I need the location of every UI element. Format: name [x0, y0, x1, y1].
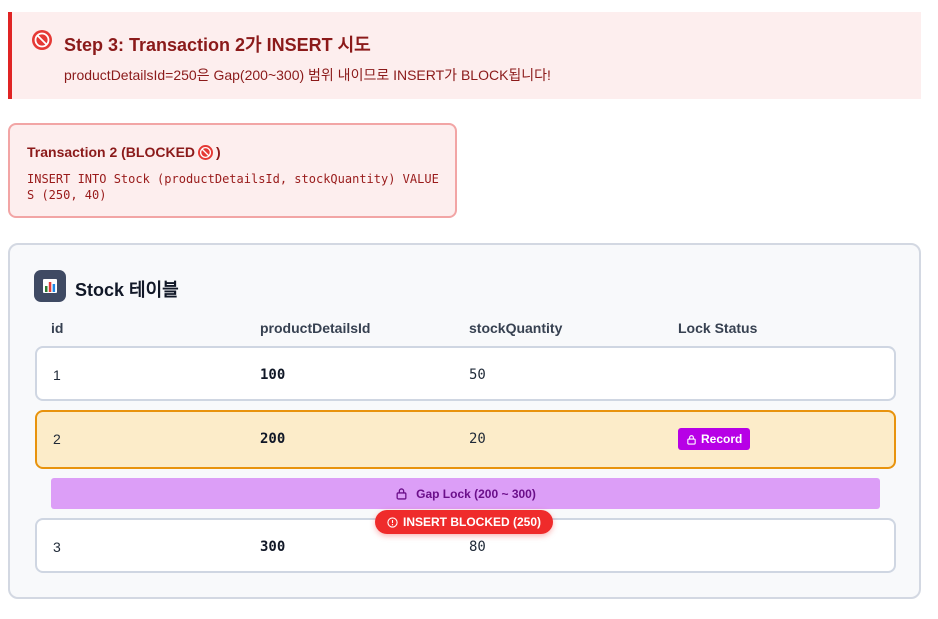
- transaction-title-text: Transaction 2 (BLOCKED: [27, 144, 196, 160]
- gap-lock-bar: Gap Lock (200 ~ 300): [51, 478, 880, 509]
- lock-icon: [687, 434, 696, 445]
- table-title: Stock 테이블: [75, 280, 179, 300]
- column-header-lock-status: Lock Status: [678, 320, 758, 336]
- insert-blocked-label: INSERT BLOCKED (250): [403, 515, 542, 529]
- step-banner: Step 3: Transaction 2가 INSERT 시도 product…: [8, 12, 921, 99]
- stock-table-panel: Stock 테이블 id productDetailsId stockQuant…: [8, 243, 921, 599]
- step-title: Step 3: Transaction 2가 INSERT 시도: [64, 35, 371, 55]
- record-lock-badge: Record: [678, 428, 751, 450]
- insert-blocked-badge: INSERT BLOCKED (250): [375, 510, 554, 534]
- transaction-title: Transaction 2 (BLOCKED ): [27, 144, 221, 160]
- no-entry-icon: [198, 144, 214, 160]
- column-header-id: id: [51, 320, 64, 336]
- cell-id: 2: [53, 431, 61, 447]
- transaction-card: Transaction 2 (BLOCKED ) INSERT INTO Sto…: [8, 123, 457, 218]
- cell-stock-quantity: 20: [469, 431, 486, 447]
- lock-icon: [396, 488, 407, 500]
- column-header-stockquantity: stockQuantity: [469, 320, 563, 336]
- no-entry-icon: [32, 30, 52, 50]
- cell-id: 1: [53, 367, 61, 383]
- column-header-productdetailsid: productDetailsId: [260, 320, 371, 336]
- cell-product-details-id: 300: [260, 539, 286, 555]
- cell-product-details-id: 100: [260, 367, 286, 383]
- step-description: productDetailsId=250은 Gap(200~300) 범위 내이…: [64, 67, 551, 83]
- transaction-title-suffix: ): [216, 144, 221, 160]
- cell-product-details-id: 200: [260, 431, 286, 447]
- cell-stock-quantity: 80: [469, 539, 486, 555]
- cell-id: 3: [53, 539, 61, 555]
- transaction-sql: INSERT INTO Stock (productDetailsId, sto…: [27, 172, 439, 202]
- table-row-locked: 2 200 20 Record: [35, 410, 896, 469]
- alert-circle-icon: [387, 516, 398, 528]
- gap-lock-label: Gap Lock (200 ~ 300): [416, 486, 536, 501]
- cell-stock-quantity: 50: [469, 367, 486, 383]
- record-lock-label: Record: [701, 432, 743, 446]
- table-row: 1 100 50: [35, 346, 896, 401]
- bar-chart-icon: [34, 270, 66, 302]
